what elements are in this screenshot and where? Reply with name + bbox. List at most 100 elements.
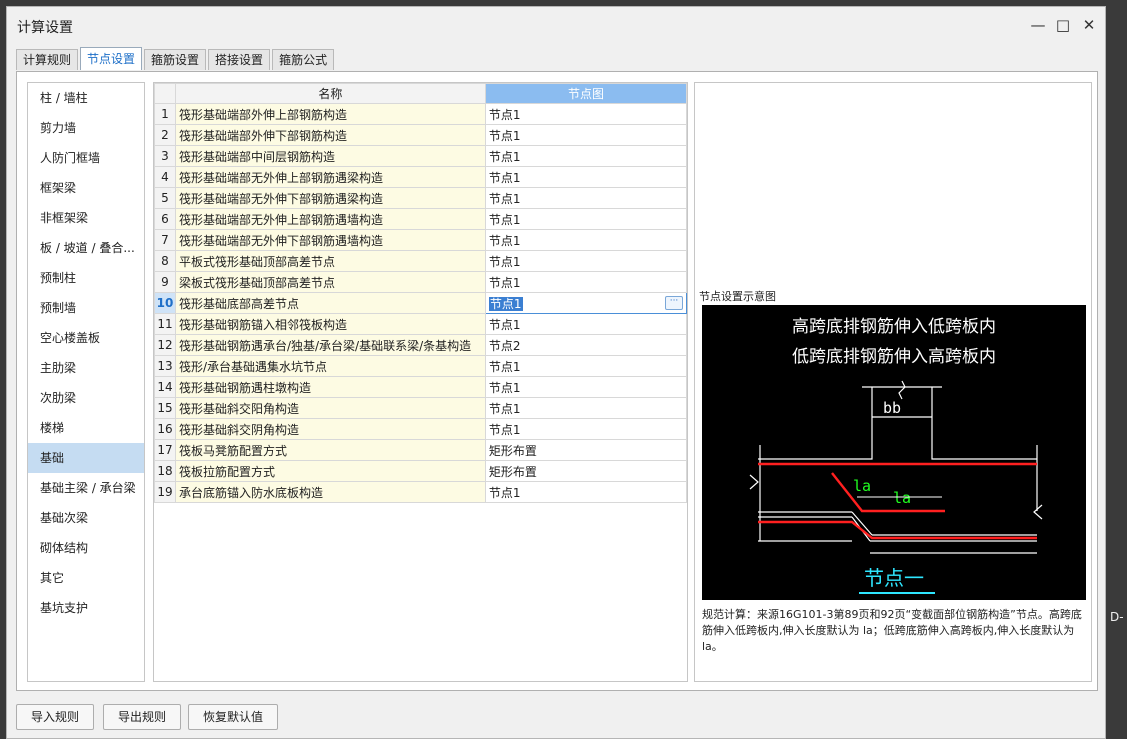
row-index: 3: [154, 145, 176, 167]
table-row[interactable]: 10 筏形基础底部高差节点 节点1 ···: [154, 292, 687, 314]
sidebar-item[interactable]: 板 / 坡道 / 叠合...: [28, 233, 144, 263]
row-node-value-text: 节点1: [488, 296, 523, 311]
row-name: 平板式筏形基础顶部高差节点: [174, 250, 486, 272]
tab-stirrup-formula[interactable]: 箍筋公式: [272, 49, 335, 70]
sidebar-item[interactable]: 基础主梁 / 承台梁: [28, 473, 144, 503]
row-index: 12: [154, 334, 176, 356]
row-index: 5: [154, 187, 176, 209]
row-node-value[interactable]: 节点1: [484, 208, 687, 230]
node-settings-grid: 名称 节点图 1 筏形基础端部外伸上部钢筋构造 节点1 2 筏形基础端部外伸下部钢筋构造…: [153, 82, 688, 682]
table-row[interactable]: 14 筏形基础钢筋遇柱墩构造 节点1: [154, 376, 687, 398]
header-node[interactable]: 节点图: [484, 83, 687, 104]
table-row[interactable]: 15 筏形基础斜交阳角构造 节点1: [154, 397, 687, 419]
row-index: 11: [154, 313, 176, 335]
row-name: 筏形基础底部高差节点: [174, 292, 486, 314]
row-node-value[interactable]: 节点1: [484, 145, 687, 167]
maximize-icon[interactable]: □: [1049, 13, 1077, 37]
table-row[interactable]: 19 承台底筋锚入防水底板构造 节点1: [154, 481, 687, 503]
table-row[interactable]: 4 筏形基础端部无外伸上部钢筋遇梁构造 节点1: [154, 166, 687, 188]
row-index: 10: [154, 292, 176, 314]
tab-lap-settings[interactable]: 搭接设置: [208, 49, 271, 70]
tab-calc-rules[interactable]: 计算规则: [16, 49, 79, 70]
row-name: 筏形基础斜交阴角构造: [174, 418, 486, 440]
sidebar-item[interactable]: 预制柱: [28, 263, 144, 293]
close-icon[interactable]: ✕: [1075, 13, 1103, 37]
row-node-value[interactable]: 节点1: [484, 187, 687, 209]
minimize-icon[interactable]: —: [1024, 13, 1052, 37]
preview-title: 节点设置示意图: [699, 290, 776, 303]
header-index: [154, 83, 176, 104]
table-row[interactable]: 13 筏形/承台基础遇集水坑节点 节点1: [154, 355, 687, 377]
row-node-value[interactable]: 节点1: [484, 313, 687, 335]
table-row[interactable]: 3 筏形基础端部中间层钢筋构造 节点1: [154, 145, 687, 167]
restore-defaults-button[interactable]: 恢复默认值: [188, 704, 279, 730]
tab-stirrup-settings[interactable]: 箍筋设置: [144, 49, 207, 70]
table-row[interactable]: 17 筏板马凳筋配置方式 矩形布置: [154, 439, 687, 461]
sidebar-item[interactable]: 其它: [28, 563, 144, 593]
sidebar-item[interactable]: 楼梯: [28, 413, 144, 443]
node-diagram: 高跨底排钢筋伸入低跨板内 低跨底排钢筋伸入高跨板内 bb la la 节点一: [702, 305, 1086, 600]
import-rules-button[interactable]: 导入规则: [16, 704, 95, 730]
table-row[interactable]: 1 筏形基础端部外伸上部钢筋构造 节点1: [154, 103, 687, 125]
node-diagram-svg: 高跨底排钢筋伸入低跨板内 低跨底排钢筋伸入高跨板内 bb la la 节点一: [749, 317, 1043, 594]
export-rules-button[interactable]: 导出规则: [103, 704, 182, 730]
table-row[interactable]: 9 梁板式筏形基础顶部高差节点 节点1: [154, 271, 687, 293]
table-row[interactable]: 5 筏形基础端部无外伸下部钢筋遇梁构造 节点1: [154, 187, 687, 209]
header-name[interactable]: 名称: [174, 83, 486, 104]
row-node-value[interactable]: 节点1: [484, 124, 687, 146]
sidebar-item[interactable]: 剪力墙: [28, 113, 144, 143]
table-row[interactable]: 16 筏形基础斜交阴角构造 节点1: [154, 418, 687, 440]
table-row[interactable]: 12 筏形基础钢筋遇承台/独基/承台梁/基础联系梁/条基构造 节点2: [154, 334, 687, 356]
row-name: 筏形基础端部无外伸上部钢筋遇墙构造: [174, 208, 486, 230]
row-name: 筏形基础端部外伸下部钢筋构造: [174, 124, 486, 146]
sidebar-item[interactable]: 基坑支护: [28, 593, 144, 623]
row-index: 16: [154, 418, 176, 440]
table-row[interactable]: 2 筏形基础端部外伸下部钢筋构造 节点1: [154, 124, 687, 146]
row-node-value[interactable]: 节点1 ···: [484, 292, 687, 314]
row-index: 1: [154, 103, 176, 125]
row-name: 筏形基础钢筋遇承台/独基/承台梁/基础联系梁/条基构造: [174, 334, 486, 356]
diagram-caption: 节点一: [864, 566, 924, 590]
row-index: 15: [154, 397, 176, 419]
row-node-value[interactable]: 节点1: [484, 166, 687, 188]
row-index: 2: [154, 124, 176, 146]
row-node-value[interactable]: 节点1: [484, 481, 687, 503]
row-name: 筏形/承台基础遇集水坑节点: [174, 355, 486, 377]
row-node-value[interactable]: 矩形布置: [484, 439, 687, 461]
row-node-value[interactable]: 节点1: [484, 376, 687, 398]
sidebar-item[interactable]: 基础: [28, 443, 144, 473]
row-node-value[interactable]: 节点2: [484, 334, 687, 356]
sidebar-item[interactable]: 人防门框墙: [28, 143, 144, 173]
sidebar-item[interactable]: 柱 / 墙柱: [28, 83, 144, 113]
sidebar-item[interactable]: 框架梁: [28, 173, 144, 203]
row-node-value[interactable]: 节点1: [484, 355, 687, 377]
table-row[interactable]: 11 筏形基础钢筋锚入相邻筏板构造 节点1: [154, 313, 687, 335]
sidebar-item[interactable]: 次肋梁: [28, 383, 144, 413]
row-index: 18: [154, 460, 176, 482]
diagram-text-line1: 高跨底排钢筋伸入低跨板内: [792, 317, 996, 337]
row-name: 筏形基础端部中间层钢筋构造: [174, 145, 486, 167]
sidebar-item[interactable]: 主肋梁: [28, 353, 144, 383]
tab-node-settings[interactable]: 节点设置: [80, 47, 143, 70]
table-row[interactable]: 8 平板式筏形基础顶部高差节点 节点1: [154, 250, 687, 272]
row-node-value[interactable]: 节点1: [484, 103, 687, 125]
table-row[interactable]: 7 筏形基础端部无外伸下部钢筋遇墙构造 节点1: [154, 229, 687, 251]
row-node-value[interactable]: 节点1: [484, 250, 687, 272]
sidebar-item[interactable]: 非框架梁: [28, 203, 144, 233]
row-node-value[interactable]: 节点1: [484, 418, 687, 440]
sidebar-item[interactable]: 基础次梁: [28, 503, 144, 533]
row-node-value[interactable]: 矩形布置: [484, 460, 687, 482]
row-node-value[interactable]: 节点1: [484, 271, 687, 293]
sidebar-item[interactable]: 砌体结构: [28, 533, 144, 563]
category-sidebar: 柱 / 墙柱 剪力墙 人防门框墙 框架梁 非框架梁板 / 坡道 / 叠合... 预制柱 预制…: [27, 82, 145, 682]
ellipsis-icon[interactable]: ···: [665, 296, 683, 310]
sidebar-item[interactable]: 空心楼盖板: [28, 323, 144, 353]
row-index: 13: [154, 355, 176, 377]
table-row[interactable]: 6 筏形基础端部无外伸上部钢筋遇墙构造 节点1: [154, 208, 687, 230]
table-row[interactable]: 18 筏板拉筋配置方式 矩形布置: [154, 460, 687, 482]
row-node-value[interactable]: 节点1: [484, 397, 687, 419]
row-name: 筏形基础钢筋遇柱墩构造: [174, 376, 486, 398]
row-node-value[interactable]: 节点1: [484, 229, 687, 251]
row-index: 7: [154, 229, 176, 251]
sidebar-item[interactable]: 预制墙: [28, 293, 144, 323]
